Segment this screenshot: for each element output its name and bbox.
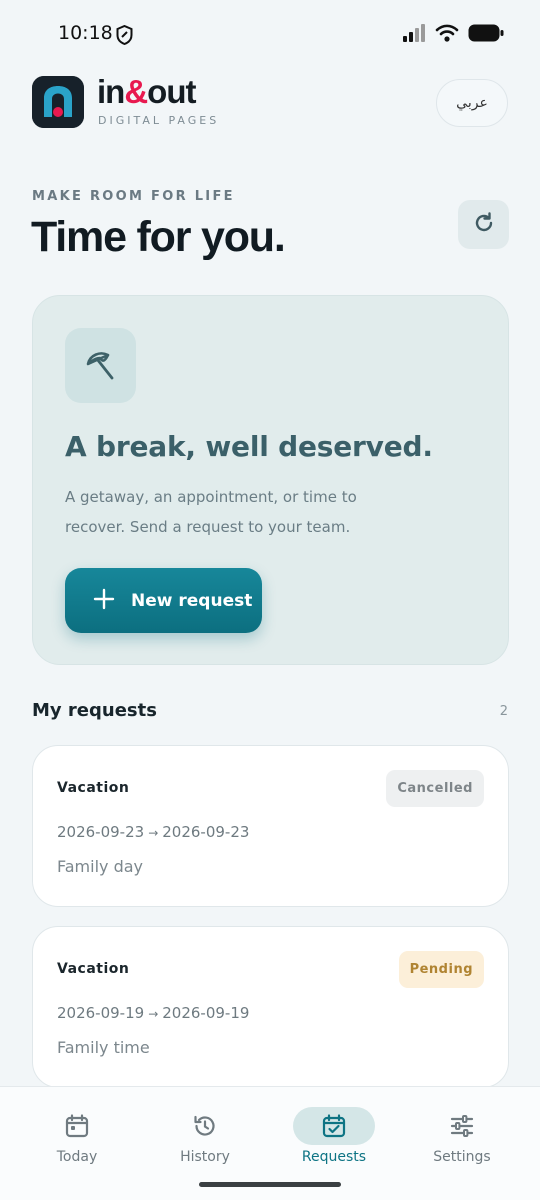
new-request-button[interactable]: New request — [65, 568, 262, 633]
wifi-icon — [435, 24, 459, 46]
nav-item-history[interactable]: History — [155, 1107, 255, 1167]
request-card[interactable]: Vacation Cancelled 2026-09-23 → 2026-09-23… — [32, 745, 509, 907]
calendar-check-icon — [293, 1107, 375, 1145]
refresh-button[interactable] — [458, 200, 509, 249]
status-badge: Cancelled — [386, 770, 484, 807]
app-logo — [32, 76, 84, 128]
nav-item-settings[interactable]: Settings — [412, 1107, 512, 1167]
hero-description: A getaway, an appointment, or time to re… — [65, 488, 357, 536]
page-eyebrow: MAKE ROOM FOR LIFE — [32, 189, 235, 204]
arrow-right-icon: → — [148, 826, 159, 840]
nav-item-today[interactable]: Today — [27, 1107, 127, 1167]
requests-section-title: My requests — [32, 700, 157, 721]
sliders-icon — [412, 1107, 512, 1145]
signal-icon — [402, 24, 426, 46]
app-header: in&out DIGITAL PAGES عربي — [32, 73, 508, 130]
arrow-right-icon: → — [148, 1007, 159, 1021]
request-note: Family day — [57, 857, 143, 876]
new-request-label: New request — [131, 590, 253, 611]
request-note: Family time — [57, 1038, 150, 1057]
refresh-icon — [472, 211, 496, 239]
calendar-icon — [27, 1107, 127, 1145]
request-dates: 2026-09-19 → 2026-09-19 — [57, 1004, 250, 1022]
brand-subtitle: DIGITAL PAGES — [98, 114, 220, 127]
nav-label: Requests — [301, 1149, 367, 1165]
battery-icon — [468, 24, 504, 46]
request-type: Vacation — [57, 961, 130, 977]
page-title: Time for you. — [31, 213, 286, 261]
status-bar: 10:18 — [0, 0, 540, 68]
plus-icon — [93, 588, 115, 614]
status-time: 10:18 — [58, 22, 113, 44]
nav-label: History — [180, 1149, 230, 1165]
shield-icon — [116, 24, 133, 49]
request-card[interactable]: Vacation Pending 2026-09-19 → 2026-09-19 F… — [32, 926, 509, 1088]
nav-item-requests[interactable]: Requests — [284, 1107, 384, 1167]
brand-name: in&out — [97, 73, 196, 110]
hero-title: A break, well deserved. — [65, 430, 433, 463]
history-icon — [155, 1107, 255, 1145]
language-button[interactable]: عربي — [436, 79, 508, 127]
status-badge: Pending — [398, 951, 484, 988]
request-type: Vacation — [57, 780, 130, 796]
requests-count: 2 — [499, 704, 508, 719]
request-dates: 2026-09-23 → 2026-09-23 — [57, 823, 250, 841]
home-indicator[interactable] — [199, 1182, 341, 1187]
hero-card: A break, well deserved. A getaway, an ap… — [32, 295, 509, 665]
umbrella-icon — [65, 328, 136, 403]
nav-label: Settings — [433, 1149, 491, 1165]
nav-label: Today — [56, 1149, 98, 1165]
